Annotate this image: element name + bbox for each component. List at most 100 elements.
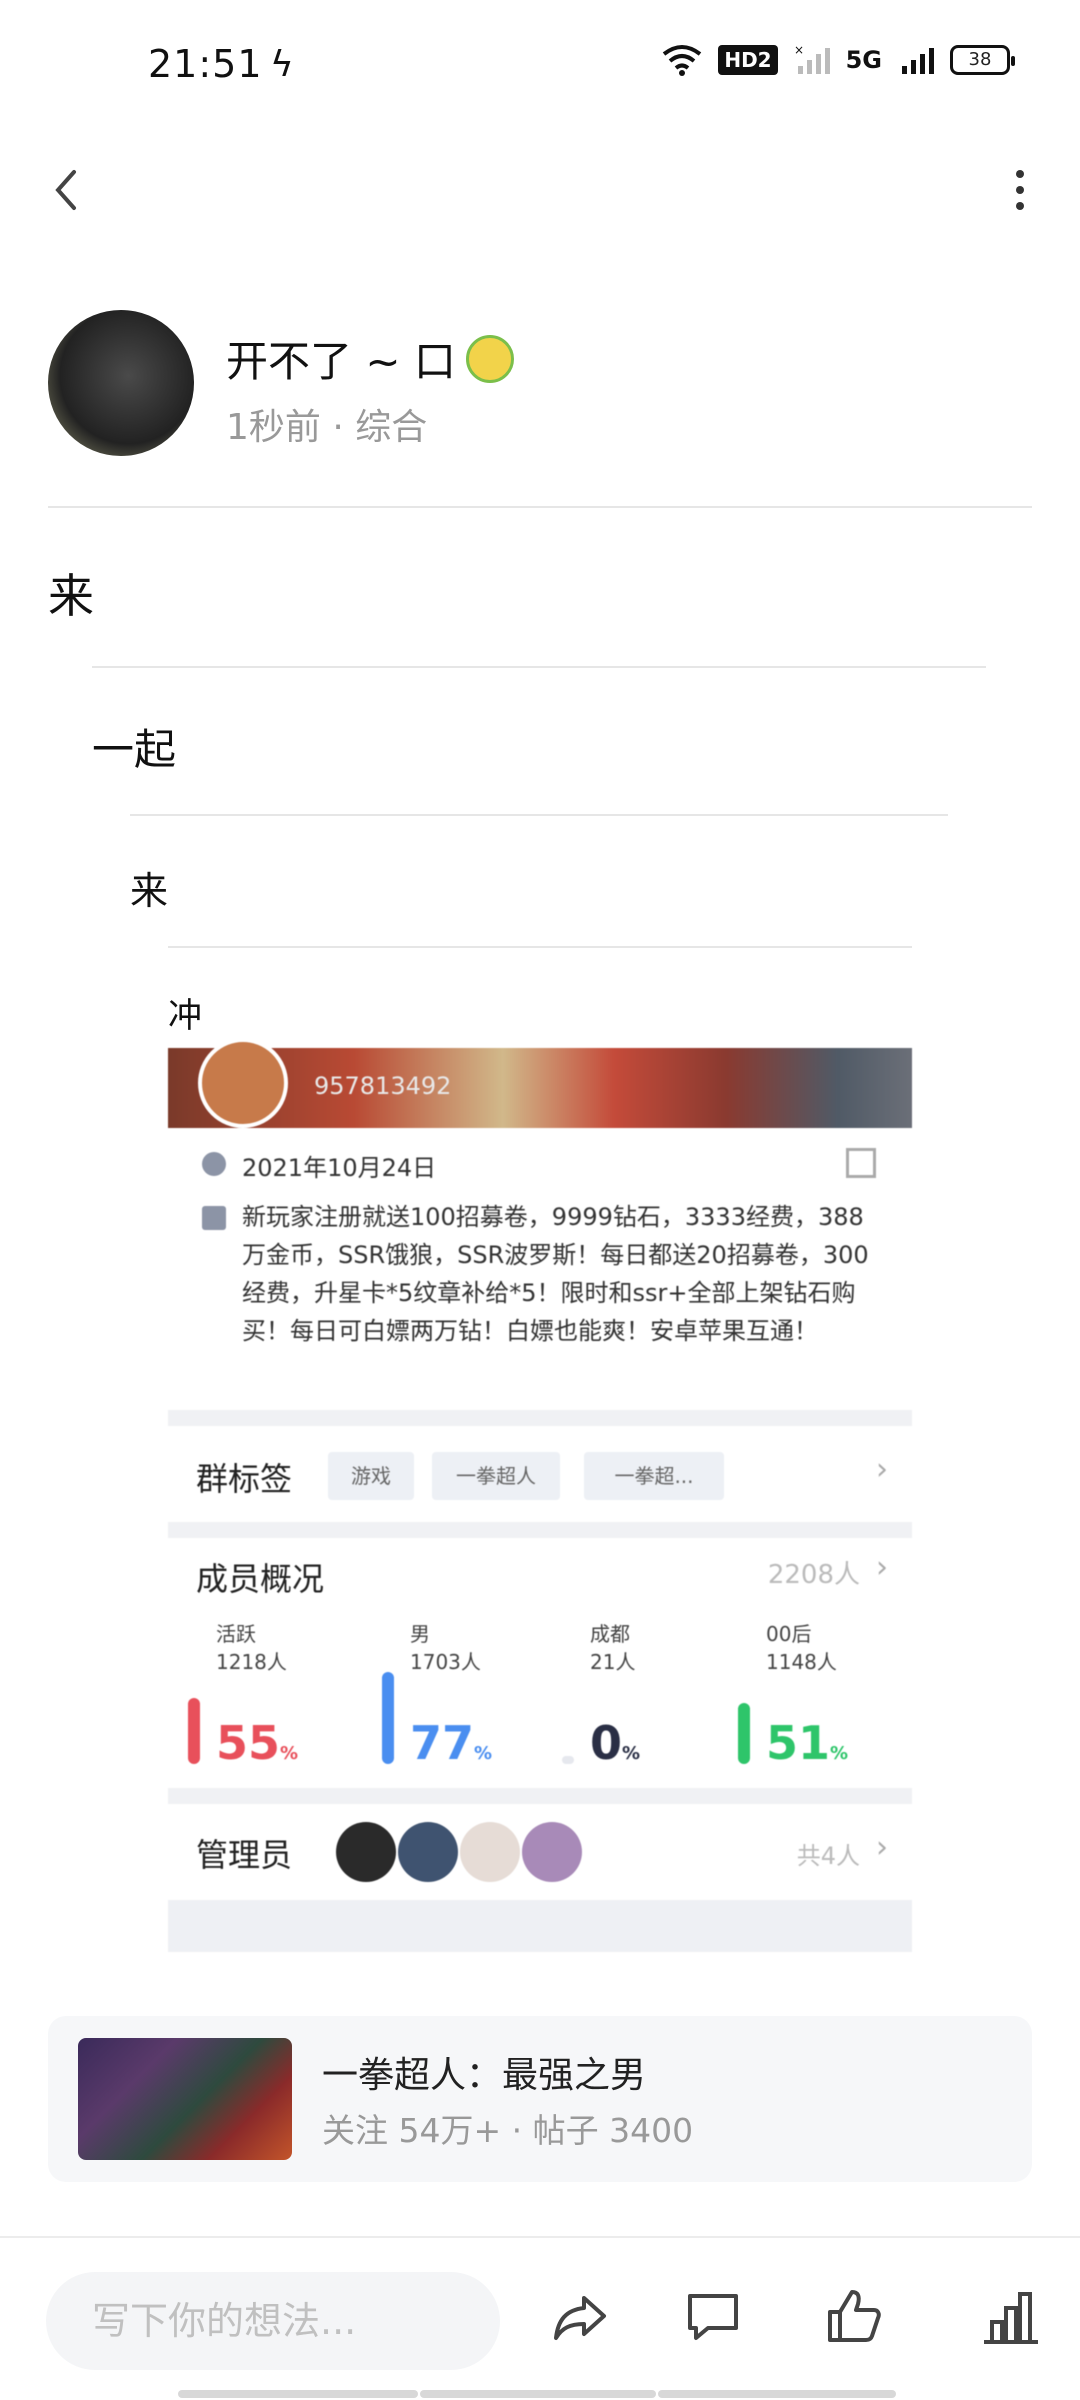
author-name-row[interactable]: 开不了 ~ 口 [226, 328, 514, 389]
stat-count: 1703人 [410, 1650, 481, 1674]
post-line: 一起 [92, 725, 177, 774]
group-date: 2021年10月24日 [242, 1154, 437, 1182]
more-dot-icon [1016, 186, 1024, 194]
network-type: 5G [845, 46, 882, 74]
group-avatar [198, 1038, 288, 1128]
stats-button[interactable] [976, 2282, 1046, 2352]
forum-name: 一拳超人：最强之男 [322, 2055, 647, 2096]
signal-icon [902, 48, 934, 74]
status-icons: HD2 × 5G 38 [662, 44, 1015, 76]
comment-icon [688, 2294, 738, 2340]
admins-count: 共4人 [796, 1842, 860, 1870]
meta-separator: · [320, 407, 356, 448]
more-options-button[interactable] [990, 160, 1050, 220]
members-total: 2208人 [767, 1560, 860, 1590]
back-button[interactable] [40, 160, 100, 220]
emoji-badge-icon [465, 334, 514, 383]
post-meta: 1秒前 · 综合 [226, 398, 427, 450]
nav-handle [658, 2390, 896, 2398]
group-tag: 一拳超人 [432, 1452, 560, 1500]
stat-bar [562, 1756, 574, 1764]
stat-title: 男 [410, 1622, 430, 1646]
section-gap [168, 1522, 912, 1538]
stat-title: 活跃 [216, 1622, 256, 1646]
stat-percent-value: 0 [590, 1716, 623, 1770]
member-stat: 成都 21人 0% [548, 1618, 708, 1778]
admin-avatar [460, 1822, 520, 1882]
bottom-action-bar: 写下你的想法... [0, 2236, 1080, 2400]
svg-text:×: × [794, 44, 804, 57]
divider [130, 814, 948, 816]
battery-icon: 38 [950, 45, 1015, 75]
chevron-left-icon [55, 170, 76, 210]
share-icon [554, 2296, 606, 2340]
stat-percent-value: 55 [216, 1716, 281, 1770]
stat-bar [738, 1702, 750, 1764]
percent-sign: % [830, 1743, 849, 1764]
signal-off-icon: × [794, 44, 830, 74]
comment-button[interactable] [678, 2282, 748, 2352]
wifi-icon [663, 45, 702, 76]
meta-separator: · [501, 2111, 533, 2150]
stat-title: 成都 [590, 1622, 630, 1646]
post-line: 来 [130, 869, 169, 913]
author-name: 开不了 ~ 口 [226, 337, 456, 386]
nav-handle [420, 2390, 656, 2398]
group-banner: 957813492 [168, 1038, 912, 1128]
percent-sign: % [474, 1743, 493, 1764]
tags-label: 群标签 [196, 1460, 293, 1498]
stat-percent: 55% [216, 1716, 298, 1770]
comment-input[interactable]: 写下你的想法... [46, 2272, 500, 2370]
member-overview: 成员概况 2208人 › 活跃 1218人 55% 男 1703人 77% 成都… [168, 1538, 912, 1790]
forum-posts: 帖子 3400 [532, 2111, 694, 2150]
forum-card[interactable]: 一拳超人：最强之男 关注 54万+ · 帖子 3400 [48, 2016, 1032, 2182]
percent-sign: % [622, 1743, 641, 1764]
top-nav [0, 140, 1080, 240]
clock-icon [202, 1152, 226, 1176]
admin-avatar [336, 1822, 396, 1882]
group-card-image[interactable]: 957813492 2021年10月24日 新玩家注册就送100招募卷，9999… [168, 1038, 912, 1952]
section-gap [168, 1410, 912, 1426]
stat-percent: 0% [590, 1716, 640, 1770]
status-bar: 21:51 ϟ HD2 × 5G 38 [0, 0, 1080, 130]
post-category: 综合 [355, 407, 428, 448]
stat-bar [382, 1671, 394, 1764]
share-button[interactable] [546, 2282, 616, 2352]
admin-avatar [522, 1822, 582, 1882]
qr-code-icon [846, 1148, 876, 1178]
hd-badge: HD2 [718, 45, 778, 75]
document-icon [202, 1206, 226, 1230]
admin-avatar [398, 1822, 458, 1882]
status-time: 21:51 [148, 42, 263, 86]
members-label: 成员概况 [196, 1560, 325, 1598]
group-id: 957813492 [314, 1072, 452, 1100]
member-stat: 00后 1148人 51% [724, 1618, 884, 1778]
stat-percent: 51% [766, 1716, 848, 1770]
stat-count: 21人 [590, 1650, 636, 1674]
stat-count: 1148人 [766, 1650, 837, 1674]
divider [168, 946, 912, 948]
stat-count: 1218人 [216, 1650, 287, 1674]
percent-sign: % [280, 1743, 299, 1764]
section-gap [168, 1788, 912, 1804]
chevron-right-icon: › [876, 1830, 888, 1865]
author-avatar[interactable] [48, 310, 194, 456]
member-stat: 活跃 1218人 55% [174, 1618, 334, 1778]
stat-title: 00后 [766, 1622, 812, 1646]
admins-row: 管理员 共4人 › [168, 1804, 912, 1900]
stat-percent-value: 51 [766, 1716, 831, 1770]
post-author: 开不了 ~ 口 1秒前 · 综合 [48, 310, 1038, 460]
forum-meta: 关注 54万+ · 帖子 3400 [322, 2104, 693, 2152]
more-dot-icon [1016, 202, 1024, 210]
nav-handle [178, 2390, 418, 2398]
member-stat: 男 1703人 77% [368, 1618, 528, 1778]
post-line: 冲 [168, 996, 202, 1036]
admins-label: 管理员 [196, 1836, 293, 1874]
stat-percent-value: 77 [410, 1716, 475, 1770]
chevron-right-icon: › [876, 1452, 888, 1487]
stat-percent: 77% [410, 1716, 492, 1770]
like-button[interactable] [818, 2282, 888, 2352]
chevron-right-icon: › [876, 1550, 888, 1585]
group-tag: 游戏 [328, 1452, 414, 1500]
group-tags-row: 群标签 游戏 一拳超人 一拳超... › [168, 1426, 912, 1522]
